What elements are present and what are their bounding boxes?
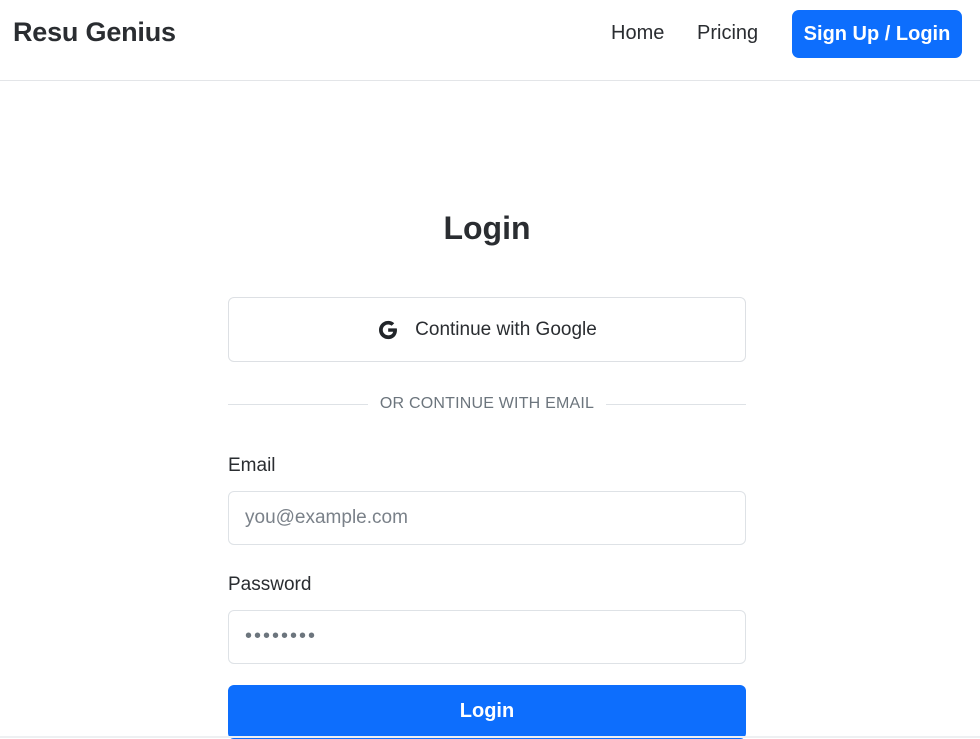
email-label: Email bbox=[228, 455, 276, 476]
login-submit-label: Login bbox=[459, 699, 515, 722]
divider-text: OR CONTINUE WITH EMAIL bbox=[379, 395, 595, 412]
email-divider: OR CONTINUE WITH EMAIL bbox=[228, 393, 746, 415]
signup-login-button[interactable]: Sign Up / Login bbox=[792, 10, 962, 58]
google-g-icon bbox=[379, 320, 398, 339]
nav-link-pricing[interactable]: Pricing bbox=[697, 22, 758, 45]
password-label: Password bbox=[228, 574, 312, 595]
navbar: Resu Genius Home Pricing Sign Up / Login bbox=[0, 0, 980, 81]
google-button-label: Continue with Google bbox=[415, 318, 597, 340]
page-title: Login bbox=[443, 210, 531, 246]
continue-with-google-button[interactable]: Continue with Google bbox=[228, 297, 746, 362]
divider-line-right bbox=[606, 403, 746, 405]
divider-line-left bbox=[228, 403, 368, 405]
brand-logo-text[interactable]: Resu Genius bbox=[13, 17, 176, 48]
nav-link-home[interactable]: Home bbox=[611, 22, 664, 45]
login-submit-button[interactable]: Login bbox=[228, 685, 746, 739]
email-field[interactable] bbox=[228, 491, 746, 545]
password-field[interactable] bbox=[228, 610, 746, 664]
